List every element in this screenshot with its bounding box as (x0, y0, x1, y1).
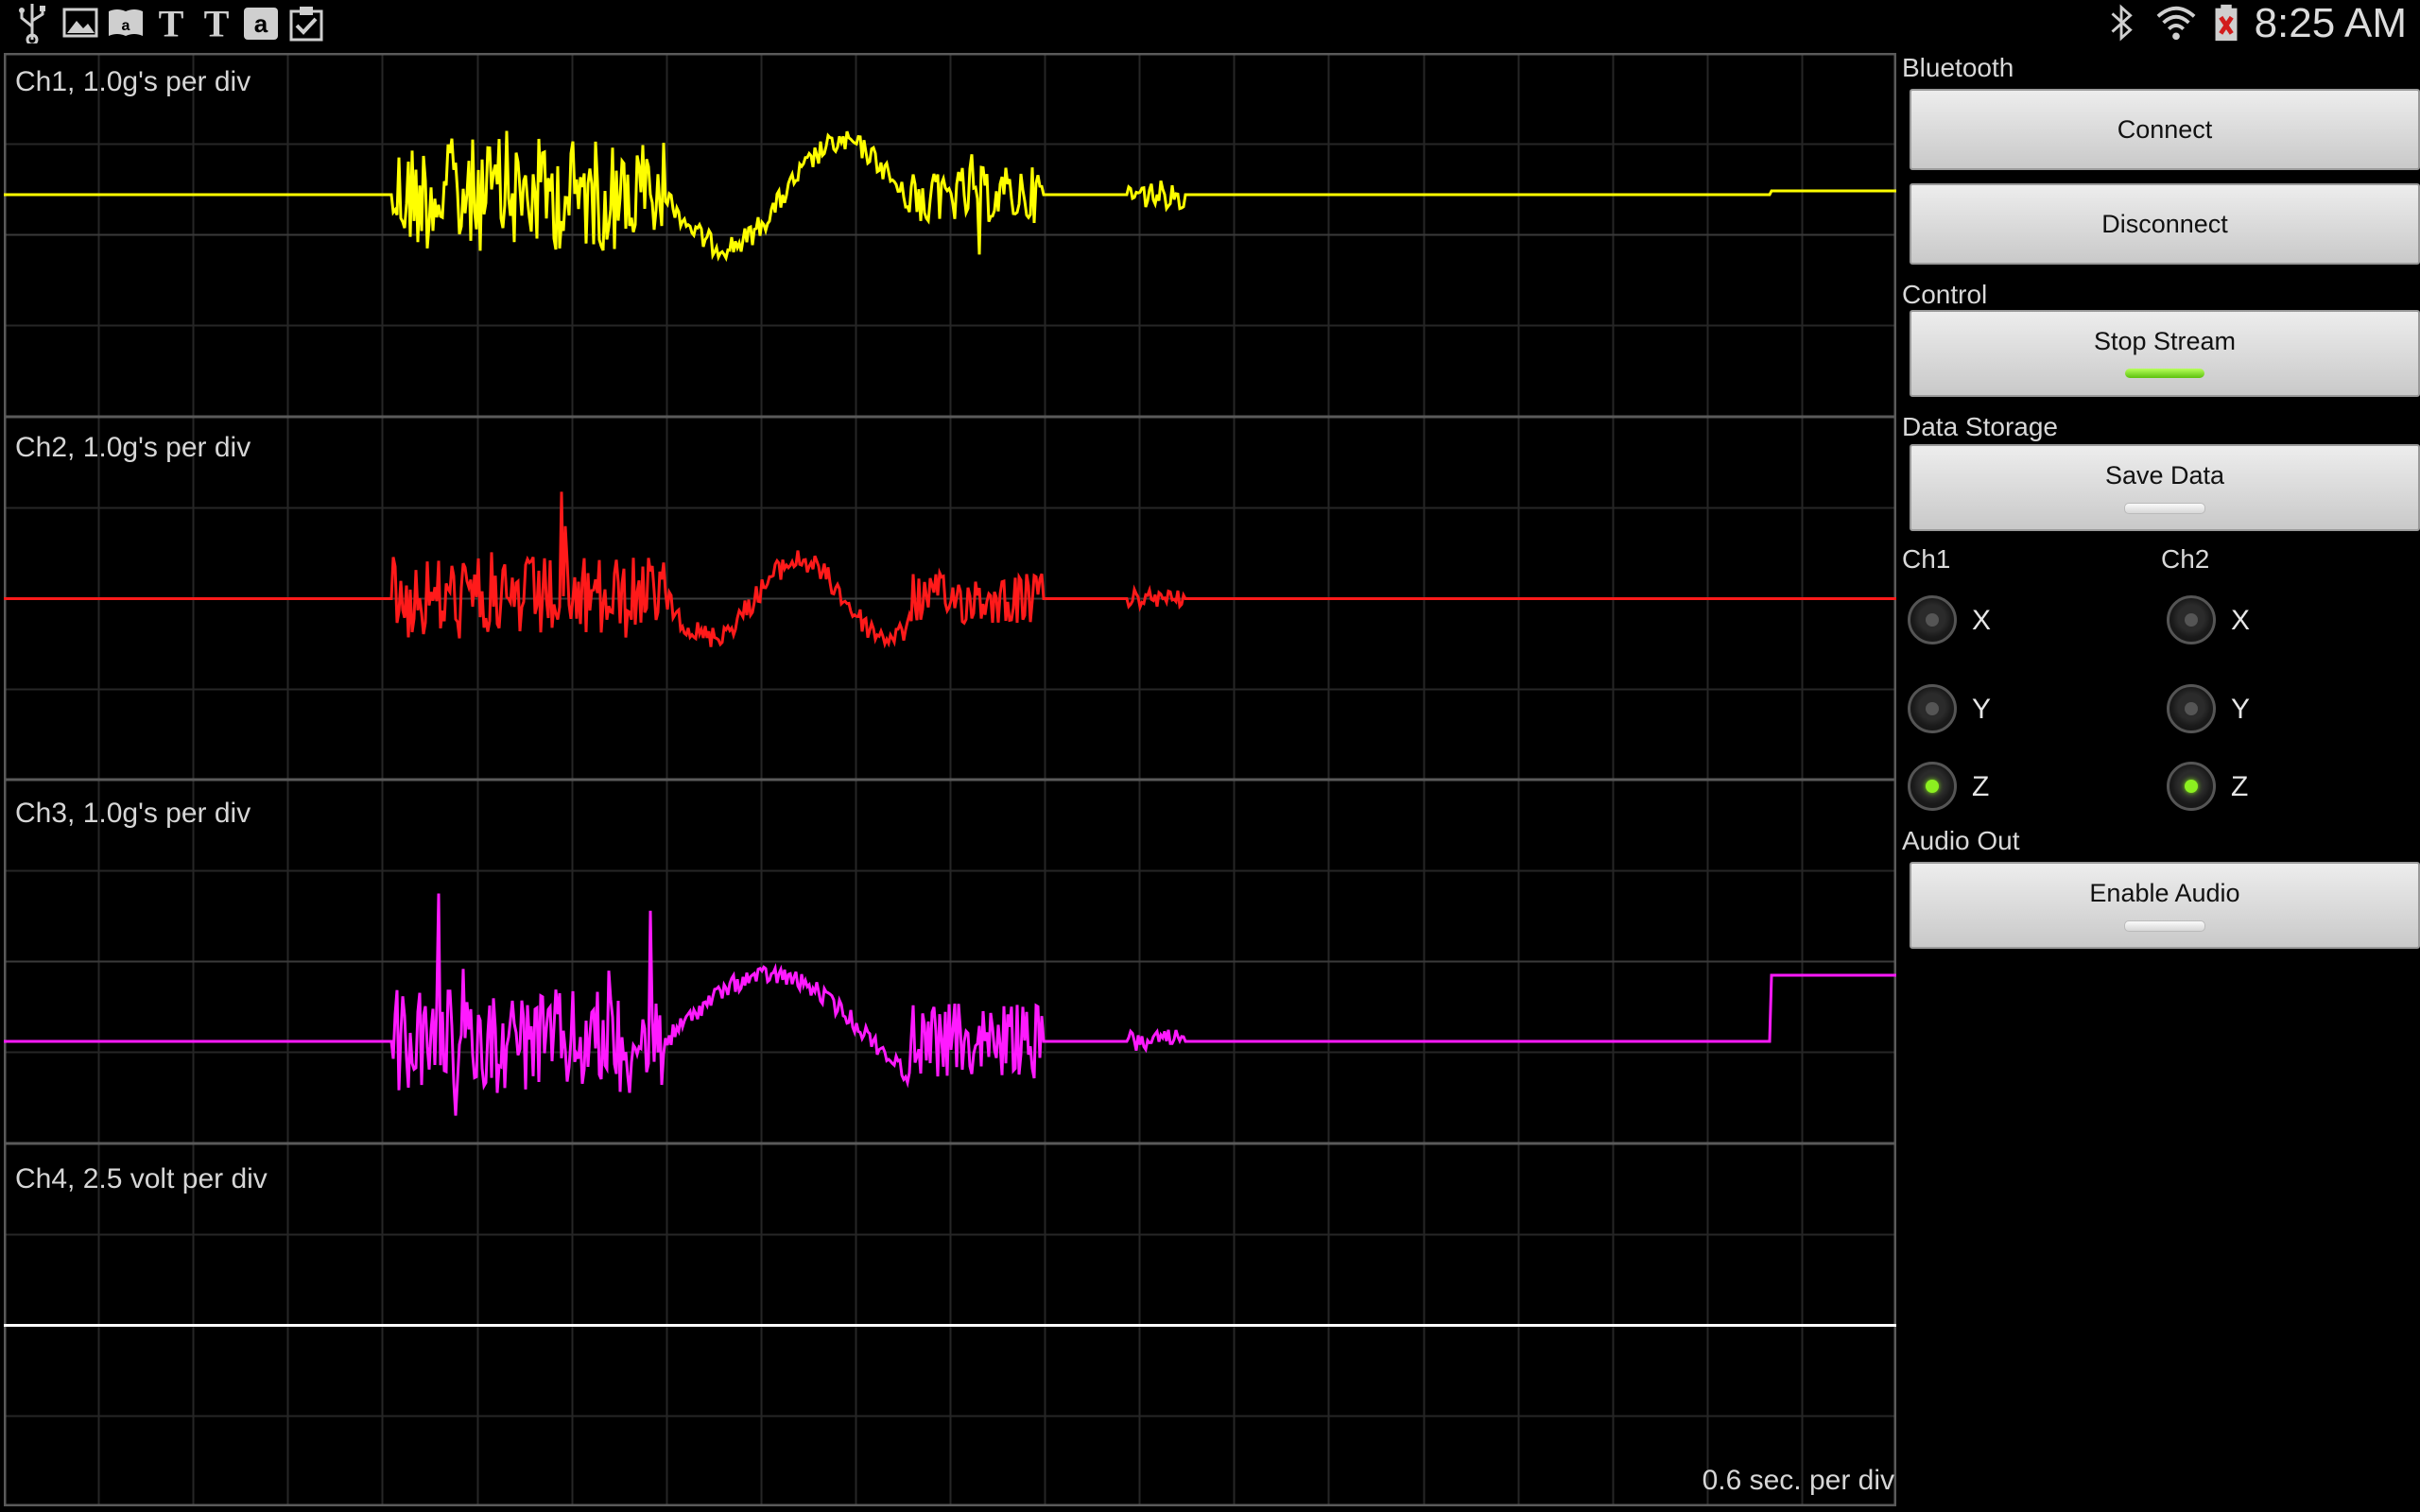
ch2-y-radio[interactable] (2167, 684, 2216, 733)
audio-out-section-title: Audio Out (1902, 826, 2020, 855)
ch1-scale-label: Ch1, 1.0g's per div (15, 66, 251, 97)
ch1-x-label: X (1972, 605, 1992, 636)
save-data-button[interactable]: Save Data (1910, 444, 2420, 531)
disconnect-button-label: Disconnect (2101, 210, 2228, 238)
clipboard-check-icon (289, 7, 323, 42)
status-clock: 8:25 AM (2254, 0, 2407, 46)
ch2-x-label: X (2231, 605, 2251, 636)
ch2-scale-label: Ch2, 1.0g's per div (15, 432, 251, 463)
stop-stream-button-label: Stop Stream (2093, 327, 2237, 355)
nytimes-icon: T (159, 2, 184, 43)
enable-audio-button-label: Enable Audio (2089, 879, 2240, 907)
svg-text:a: a (254, 9, 268, 38)
control-panel: Bluetooth Connect Disconnect Control Sto… (1896, 53, 2420, 1512)
oscilloscope-display: Ch1, 1.0g's per div Ch2, 1.0g's per div … (4, 53, 1896, 1506)
ch3-scale-label: Ch3, 1.0g's per div (15, 798, 251, 829)
ch1-axis-title: Ch1 (1902, 544, 1951, 574)
disconnect-button[interactable]: Disconnect (1910, 183, 2420, 265)
svg-text:T: T (204, 2, 230, 43)
ch1-x-radio[interactable] (1908, 595, 1957, 644)
ch1-y-label: Y (1972, 694, 1992, 725)
ch2-y-label: Y (2231, 694, 2251, 725)
amazon-kindle-icon: a (109, 9, 143, 36)
ch1-y-radio[interactable] (1908, 684, 1957, 733)
ch2-axis-title: Ch2 (2161, 544, 2210, 574)
bluetooth-section-title: Bluetooth (1902, 53, 2014, 82)
ch1-z-label: Z (1972, 771, 1990, 802)
ch2-z-radio[interactable] (2167, 762, 2216, 811)
timebase-label: 0.6 sec. per div (1702, 1465, 1894, 1496)
wifi-icon (2156, 6, 2196, 41)
stream-indicator-light (2125, 369, 2204, 378)
nytimes-icon: T (204, 2, 230, 43)
bluetooth-icon (2111, 4, 2133, 42)
control-section-title: Control (1902, 280, 1988, 309)
amazon-icon: a (244, 8, 278, 40)
connect-button-label: Connect (2117, 115, 2213, 144)
gallery-icon (62, 8, 98, 38)
ch1-z-radio[interactable] (1908, 762, 1957, 811)
svg-text:T: T (159, 2, 184, 43)
data-storage-section-title: Data Storage (1902, 412, 2058, 441)
connect-button[interactable]: Connect (1910, 89, 2420, 170)
ch2-x-radio[interactable] (2167, 595, 2216, 644)
status-bar: a T T a 8:25 AM (0, 0, 2420, 49)
stop-stream-button[interactable]: Stop Stream (1910, 310, 2420, 397)
battery-icon (2215, 4, 2238, 42)
usb-icon (19, 4, 45, 43)
save-indicator-light (2124, 503, 2205, 514)
enable-audio-button[interactable]: Enable Audio (1910, 862, 2420, 949)
ch4-scale-label: Ch4, 2.5 volt per div (15, 1163, 268, 1194)
audio-indicator-light (2124, 920, 2205, 932)
save-data-button-label: Save Data (2104, 461, 2225, 490)
svg-text:a: a (122, 18, 130, 34)
ch2-z-label: Z (2231, 771, 2249, 802)
